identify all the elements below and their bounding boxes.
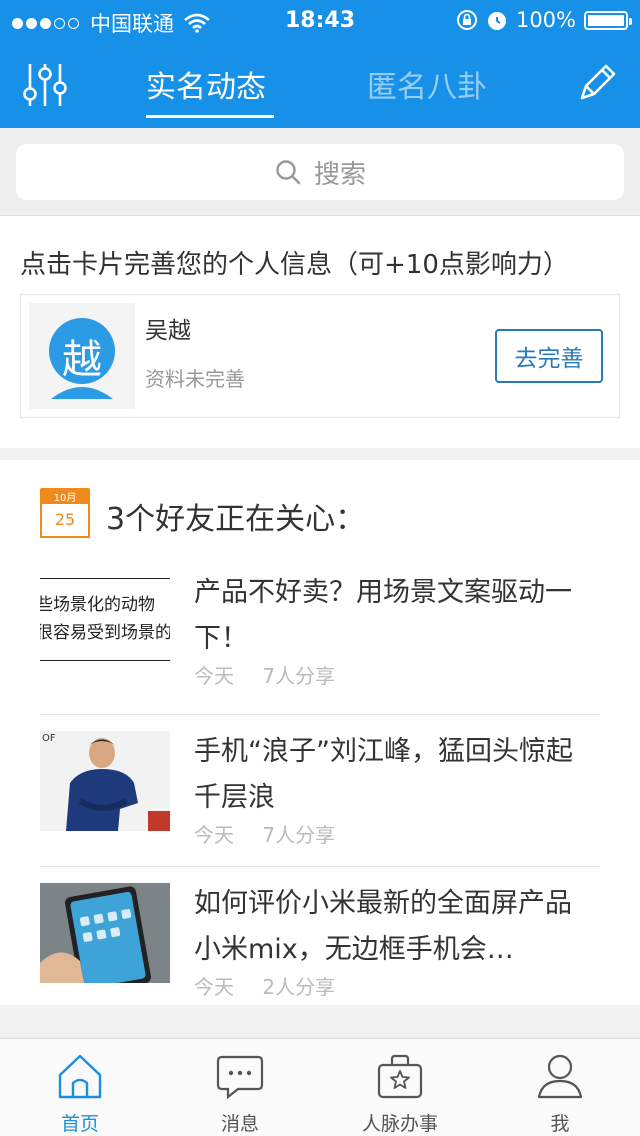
article-title: 如何评价小米最新的全面屏产品小米mix，无边框手机会… [194, 888, 572, 965]
home-icon [58, 1054, 102, 1099]
battery-icon [584, 10, 632, 30]
chat-bubble-icon [216, 1055, 264, 1100]
tab-connections[interactable]: 人脉办事 [320, 1039, 480, 1136]
tab-label: 实名动态 [146, 70, 266, 105]
thumb-text-line: 些场景化的动物 [40, 595, 155, 615]
article-thumbnail: 些场景化的动物 很容易受到场景的 [40, 568, 170, 668]
search-area: 搜索 [0, 128, 640, 216]
article-shares: 2人分享 [262, 975, 336, 999]
thumb-text-line: 很容易受到场景的 [40, 623, 170, 643]
status-bar: 中国联通 18:43 100% [0, 0, 640, 40]
battery-percent: 100% [515, 8, 576, 32]
briefcase-star-icon [377, 1054, 423, 1099]
article-shares: 7人分享 [262, 823, 336, 847]
tab-me[interactable]: 我 [480, 1039, 640, 1136]
tab-label: 人脉办事 [361, 1113, 438, 1135]
article-shares: 7人分享 [262, 664, 336, 688]
profile-prompt-section: 点击卡片完善您的个人信息（可+10点影响力） 越 吴越 资料未完善 去完善 [0, 216, 640, 448]
article-date: 今天 [194, 823, 234, 847]
thumb-text-line: OF [42, 733, 56, 744]
article-item[interactable]: 些场景化的动物 很容易受到场景的 产品不好卖？用场景文案驱动一下！ 今天 7人分… [40, 562, 600, 702]
avatar-char: 越 [62, 337, 102, 383]
article-thumbnail: OF [40, 731, 170, 831]
tab-label: 匿名八卦 [367, 70, 487, 105]
sliders-icon[interactable] [20, 60, 70, 110]
tab-label: 我 [550, 1113, 570, 1135]
tab-label: 消息 [220, 1113, 259, 1135]
calendar-month: 10月 [53, 493, 77, 504]
orientation-lock-icon [456, 10, 477, 30]
pencil-icon[interactable] [574, 62, 618, 106]
avatar: 越 [29, 303, 135, 409]
status-right: 100% [448, 8, 632, 32]
article-date: 今天 [194, 975, 234, 999]
tab-underline [146, 115, 274, 118]
search-placeholder: 搜索 [313, 159, 366, 190]
article-meta: 今天 7人分享 [194, 819, 335, 848]
profile-status: 资料未完善 [145, 367, 245, 391]
profile-card[interactable]: 越 吴越 资料未完善 去完善 [20, 294, 620, 418]
calendar-icon: 10月 25 [40, 488, 90, 538]
friends-section: 10月 25 3个好友正在关心： 些场景化的动物 很容易受到场景的 产品不好卖？… [0, 460, 640, 1005]
alarm-icon [487, 12, 506, 30]
search-icon [276, 160, 301, 185]
tab-label: 首页 [60, 1113, 99, 1135]
tab-real-name[interactable]: 实名动态 [146, 62, 274, 118]
friends-title: 3个好友正在关心： [106, 502, 366, 537]
header-nav: 实名动态 匿名八卦 [0, 40, 640, 128]
article-item[interactable]: OF 手机“浪子”刘江峰，猛回头惊起千层浪 今天 7人分享 [40, 714, 600, 854]
article-title: 产品不好卖？用场景文案驱动一下！ [194, 577, 572, 654]
article-meta: 今天 7人分享 [194, 660, 335, 689]
article-thumbnail [40, 883, 170, 983]
person-icon [537, 1054, 583, 1099]
profile-name: 吴越 [145, 318, 191, 344]
tab-messages[interactable]: 消息 [160, 1039, 320, 1136]
bottom-tab-bar: 首页 消息 人脉办事 我 [0, 1038, 640, 1136]
tab-anonymous[interactable]: 匿名八卦 [367, 62, 495, 118]
article-title: 手机“浪子”刘江峰，猛回头惊起千层浪 [194, 736, 573, 813]
tab-home[interactable]: 首页 [0, 1039, 160, 1136]
article-date: 今天 [194, 664, 234, 688]
calendar-day: 25 [54, 510, 76, 529]
complete-profile-button[interactable]: 去完善 [495, 329, 603, 383]
top-bar: 中国联通 18:43 100% 实名动态 匿名八卦 [0, 0, 640, 128]
article-item[interactable]: 如何评价小米最新的全面屏产品小米mix，无边框手机会… 今天 2人分享 [40, 866, 600, 1006]
phone-photo [40, 883, 170, 983]
man-photo [66, 738, 170, 831]
search-input[interactable]: 搜索 [16, 144, 624, 200]
profile-prompt-text: 点击卡片完善您的个人信息（可+10点影响力） [20, 250, 569, 280]
article-meta: 今天 2人分享 [194, 971, 335, 1000]
app-screen: 中国联通 18:43 100% 实名动态 匿名八卦 搜索 点击卡片完善您的个人信… [0, 0, 640, 1136]
